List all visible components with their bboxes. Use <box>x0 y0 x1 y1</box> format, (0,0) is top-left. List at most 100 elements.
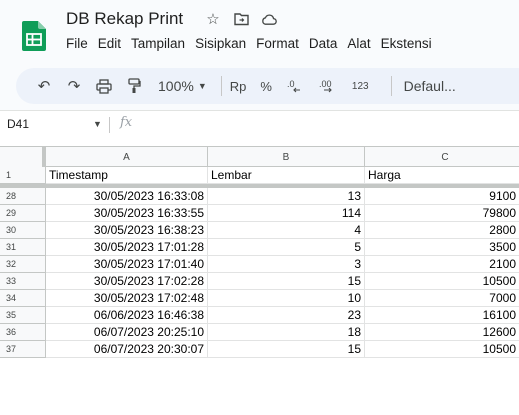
title-icons: ☆ <box>205 10 277 28</box>
cell-timestamp[interactable]: 06/06/2023 16:46:38 <box>46 307 208 324</box>
cell-harga[interactable]: 12600 <box>365 324 519 341</box>
table-row: 36 06/07/2023 20:25:10 18 12600 <box>0 324 519 341</box>
more-formats-button[interactable]: 123 <box>352 74 369 98</box>
function-icon: fx <box>120 115 133 130</box>
svg-text:.0: .0 <box>287 79 295 89</box>
cell-timestamp[interactable]: 30/05/2023 16:38:23 <box>46 222 208 239</box>
row-number[interactable]: 35 <box>0 307 46 324</box>
move-to-folder-icon[interactable] <box>233 10 249 28</box>
table-row: 33 30/05/2023 17:02:28 15 10500 <box>0 273 519 290</box>
cell-timestamp[interactable]: 06/07/2023 20:25:10 <box>46 324 208 341</box>
row-number[interactable]: 29 <box>0 205 46 222</box>
print-icon[interactable] <box>92 74 116 98</box>
sheets-logo-icon[interactable] <box>22 21 46 51</box>
cell-lembar[interactable]: 3 <box>208 256 365 273</box>
column-header-b[interactable]: B <box>208 147 365 167</box>
table-row: 37 06/07/2023 20:30:07 15 10500 <box>0 341 519 358</box>
menu-insert[interactable]: Sisipkan <box>195 36 246 51</box>
formula-bar: D41 ▼ fx <box>0 110 519 138</box>
document-title[interactable]: DB Rekap Print <box>66 9 183 29</box>
decrease-decimal-button[interactable]: .0 <box>286 74 304 98</box>
table-row: 28 30/05/2023 16:33:08 13 9100 <box>0 188 519 205</box>
cell-lembar[interactable]: 23 <box>208 307 365 324</box>
cell-timestamp[interactable]: 30/05/2023 16:33:08 <box>46 188 208 205</box>
undo-icon[interactable]: ↶ <box>32 74 56 98</box>
cell-lembar[interactable]: 15 <box>208 341 365 358</box>
row-number[interactable]: 32 <box>0 256 46 273</box>
cell-harga[interactable]: 7000 <box>365 290 519 307</box>
menu-format[interactable]: Format <box>256 36 299 51</box>
cloud-status-icon[interactable] <box>261 10 277 28</box>
cell-harga[interactable]: 3500 <box>365 239 519 256</box>
menu-view[interactable]: Tampilan <box>131 36 185 51</box>
row-number[interactable]: 30 <box>0 222 46 239</box>
cell-harga[interactable]: 9100 <box>365 188 519 205</box>
toolbar-divider <box>220 76 222 96</box>
header-cell-harga[interactable]: Harga <box>365 167 519 184</box>
table-row: 29 30/05/2023 16:33:55 114 79800 <box>0 205 519 222</box>
percent-format-button[interactable]: % <box>260 74 272 98</box>
cell-lembar[interactable]: 5 <box>208 239 365 256</box>
name-box[interactable]: D41 <box>7 117 29 131</box>
column-header-a[interactable]: A <box>46 147 208 167</box>
row-number[interactable]: 36 <box>0 324 46 341</box>
svg-text:.00: .00 <box>319 79 332 89</box>
cell-timestamp[interactable]: 30/05/2023 17:01:28 <box>46 239 208 256</box>
cell-timestamp[interactable]: 30/05/2023 17:02:28 <box>46 273 208 290</box>
formula-input[interactable] <box>142 116 512 134</box>
table-row: 35 06/06/2023 16:46:38 23 16100 <box>0 307 519 324</box>
row-number[interactable]: 33 <box>0 273 46 290</box>
menu-edit[interactable]: Edit <box>98 36 121 51</box>
cell-harga[interactable]: 2800 <box>365 222 519 239</box>
menu-tools[interactable]: Alat <box>347 36 370 51</box>
menu-extensions[interactable]: Ekstensi <box>381 36 432 51</box>
table-row: 1 Timestamp Lembar Harga <box>0 167 519 184</box>
cell-timestamp[interactable]: 30/05/2023 17:01:40 <box>46 256 208 273</box>
header-cell-lembar[interactable]: Lembar <box>208 167 365 184</box>
cell-lembar[interactable]: 114 <box>208 205 365 222</box>
currency-format-button[interactable]: Rp <box>230 74 247 98</box>
cell-lembar[interactable]: 4 <box>208 222 365 239</box>
table-row: 32 30/05/2023 17:01:40 3 2100 <box>0 256 519 273</box>
header-cell-timestamp[interactable]: Timestamp <box>46 167 208 184</box>
chevron-down-icon[interactable]: ▼ <box>93 119 102 129</box>
zoom-select[interactable]: 100% <box>158 74 194 98</box>
cell-harga[interactable]: 2100 <box>365 256 519 273</box>
font-family-select[interactable]: Defaul... <box>404 74 456 98</box>
cell-lembar[interactable]: 15 <box>208 273 365 290</box>
row-number[interactable]: 34 <box>0 290 46 307</box>
toolbar: ↶ ↷ 100% ▼ Rp % .0 .00 123 Defaul... <box>16 68 519 104</box>
cell-lembar[interactable]: 13 <box>208 188 365 205</box>
cell-harga[interactable]: 10500 <box>365 341 519 358</box>
table-row: 34 30/05/2023 17:02:48 10 7000 <box>0 290 519 307</box>
cell-lembar[interactable]: 18 <box>208 324 365 341</box>
row-number[interactable]: 1 <box>0 167 46 184</box>
increase-decimal-button[interactable]: .00 <box>318 74 338 98</box>
star-icon[interactable]: ☆ <box>205 10 221 28</box>
column-headers: A B C <box>0 146 519 167</box>
cell-timestamp[interactable]: 06/07/2023 20:30:07 <box>46 341 208 358</box>
menu-file[interactable]: File <box>66 36 88 51</box>
table-row: 31 30/05/2023 17:01:28 5 3500 <box>0 239 519 256</box>
column-header-c[interactable]: C <box>365 147 519 167</box>
app-header: DB Rekap Print ☆ File Edit Tampilan Sisi… <box>0 0 519 62</box>
paint-format-icon[interactable] <box>122 74 146 98</box>
formula-divider <box>109 117 110 133</box>
menu-data[interactable]: Data <box>309 36 338 51</box>
spreadsheet-grid: A B C 1 Timestamp Lembar Harga 28 30/05/… <box>0 138 519 415</box>
cell-harga[interactable]: 16100 <box>365 307 519 324</box>
redo-icon[interactable]: ↷ <box>62 74 86 98</box>
menu-bar: File Edit Tampilan Sisipkan Format Data … <box>66 36 442 51</box>
cell-timestamp[interactable]: 30/05/2023 16:33:55 <box>46 205 208 222</box>
row-number[interactable]: 28 <box>0 188 46 205</box>
chevron-down-icon[interactable]: ▼ <box>198 74 207 98</box>
row-number[interactable]: 31 <box>0 239 46 256</box>
cell-harga[interactable]: 10500 <box>365 273 519 290</box>
cell-timestamp[interactable]: 30/05/2023 17:02:48 <box>46 290 208 307</box>
table-row: 30 30/05/2023 16:38:23 4 2800 <box>0 222 519 239</box>
select-all-corner[interactable] <box>0 147 46 167</box>
cell-lembar[interactable]: 10 <box>208 290 365 307</box>
cell-harga[interactable]: 79800 <box>365 205 519 222</box>
toolbar-divider <box>390 76 392 96</box>
row-number[interactable]: 37 <box>0 341 46 358</box>
